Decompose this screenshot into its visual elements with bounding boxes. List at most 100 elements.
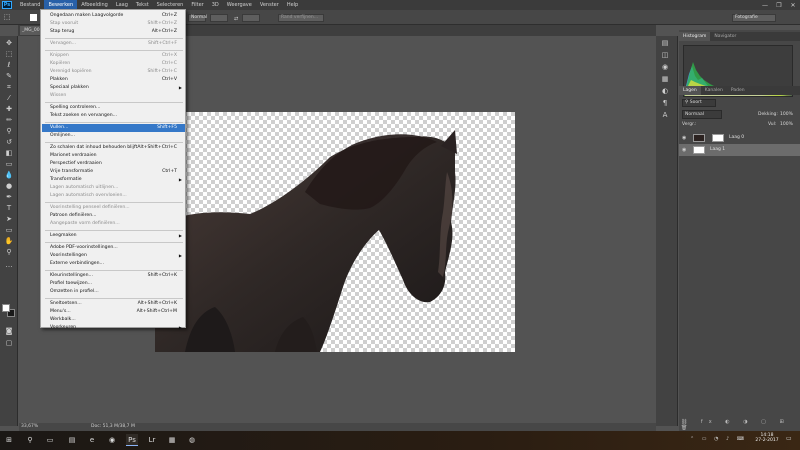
menu-item-stap-vooruit[interactable]: Stap vooruit Shift+Ctrl+Z <box>42 20 185 28</box>
menu-item-voorinstellingen[interactable]: Voorinstellingen ▶ <box>42 252 185 260</box>
notification-icon[interactable]: ▭ <box>786 435 792 442</box>
clone-stamp-icon[interactable]: ⚲ <box>4 126 14 136</box>
document-tab[interactable]: _MG_000 <box>20 26 42 35</box>
screen-mode-icon[interactable]: ▢ <box>4 338 14 348</box>
more-tools-icon[interactable]: … <box>4 260 14 270</box>
marquee-tool-icon[interactable]: ⬚ <box>4 49 14 59</box>
eye-icon[interactable]: ◉ <box>682 144 688 156</box>
brush-tool-icon[interactable]: ✏ <box>4 115 14 125</box>
document-canvas[interactable] <box>155 112 515 352</box>
zoom-tool-icon[interactable]: ⚲ <box>4 247 14 257</box>
menu-item-aangepaste-vorm-defini-ren[interactable]: Aangepaste vorm definiëren... <box>42 220 185 228</box>
blur-tool-icon[interactable]: 💧 <box>4 170 14 180</box>
crop-tool-icon[interactable]: ⌗ <box>4 82 14 92</box>
healing-brush-icon[interactable]: ✚ <box>4 104 14 114</box>
file-explorer-icon[interactable]: ▤ <box>66 434 78 446</box>
layer-filter-select[interactable]: ⚲ Soort <box>682 99 716 107</box>
menu-item-verenigd-kopi-ren[interactable]: Verenigd kopiëren Shift+Ctrl+C <box>42 68 185 76</box>
menu-item-knippen[interactable]: Knippen Ctrl+X <box>42 52 185 60</box>
lightroom-icon[interactable]: Lr <box>146 434 158 446</box>
menu-item-profiel-toewijzen[interactable]: Profiel toewijzen... <box>42 280 185 288</box>
menu-item-plakken[interactable]: Plakken Ctrl+V <box>42 76 185 84</box>
menu-item-marionet-verdraaien[interactable]: Marionet verdraaien <box>42 152 185 160</box>
menu-item-lagen-automatisch-uitlijnen[interactable]: Lagen automatisch uitlijnen... <box>42 184 185 192</box>
eraser-tool-icon[interactable]: ◧ <box>4 148 14 158</box>
quick-mask-icon[interactable]: ◙ <box>4 326 14 336</box>
eyedropper-tool-icon[interactable]: ⁄ <box>4 93 14 103</box>
quick-select-tool-icon[interactable]: ✎ <box>4 71 14 81</box>
shape-tool-icon[interactable]: ▭ <box>4 225 14 235</box>
history-brush-icon[interactable]: ↺ <box>4 137 14 147</box>
move-tool-icon[interactable]: ✥ <box>4 38 14 48</box>
properties-panel-icon[interactable]: ◫ <box>660 50 670 60</box>
photoshop-taskbar-icon[interactable]: Ps <box>126 434 138 446</box>
menu-item-lagen-automatisch-overvloeien[interactable]: Lagen automatisch overvloeien... <box>42 192 185 200</box>
menu-item-menu-s[interactable]: Menu's... Alt+Shift+Ctrl+M <box>42 308 185 316</box>
tab-navigator[interactable]: Navigator <box>710 32 740 41</box>
menu-item-stap-terug[interactable]: Stap terug Alt+Ctrl+Z <box>42 28 185 36</box>
history-panel-icon[interactable]: ▤ <box>660 38 670 48</box>
menu-item-patroon-defini-ren[interactable]: Patroon definiëren... <box>42 212 185 220</box>
swatches-panel-icon[interactable]: ▦ <box>660 74 670 84</box>
minimize-icon[interactable]: — <box>758 2 772 9</box>
menu-item-kopi-ren[interactable]: Kopiëren Ctrl+C <box>42 60 185 68</box>
menu-help[interactable]: Help <box>283 0 302 10</box>
eye-icon[interactable]: ◉ <box>682 132 688 144</box>
character-panel-icon[interactable]: A <box>660 110 670 120</box>
layer-row-laag-1[interactable]: ◉ Laag 1 <box>679 144 800 156</box>
menu-item-vervagen[interactable]: Vervagen... Shift+Ctrl+F <box>42 40 185 48</box>
menu-item-werkbalk[interactable]: Werkbalk... <box>42 316 185 324</box>
menu-item-vrije-transformatie[interactable]: Vrije transformatie Ctrl+T <box>42 168 185 176</box>
tray-icons[interactable]: ⌃ ▭ ◔ ♪ ⌨ <box>690 436 747 442</box>
new-selection-icon[interactable] <box>30 14 37 21</box>
zoom-level[interactable]: 33,67% <box>21 423 38 431</box>
type-tool-icon[interactable]: T <box>4 203 14 213</box>
menu-item-adobe-pdf-voorinstellingen[interactable]: Adobe PDF-voorinstellingen... <box>42 244 185 252</box>
start-icon[interactable]: ⊞ <box>3 434 15 446</box>
pen-tool-icon[interactable]: ✒ <box>4 192 14 202</box>
search-icon[interactable]: ⚲ <box>24 434 36 446</box>
menu-item-spelling-controleren[interactable]: Spelling controleren... <box>42 104 185 112</box>
tab-paths[interactable]: Paden <box>727 86 749 95</box>
task-view-icon[interactable]: ▭ <box>44 434 56 446</box>
clock[interactable]: 14:18 27-2-2017 <box>752 433 782 443</box>
path-select-icon[interactable]: ➤ <box>4 214 14 224</box>
tab-histogram[interactable]: Histogram <box>679 32 711 41</box>
blend-mode-select[interactable]: Normaal <box>682 110 722 119</box>
restore-icon[interactable]: ❐ <box>772 2 786 9</box>
foreground-color-swatch[interactable] <box>2 304 10 312</box>
menu-item-perspectief-verdraaien[interactable]: Perspectief verdraaien <box>42 160 185 168</box>
tab-channels[interactable]: Kanalen <box>701 86 727 95</box>
menu-item-ongedaan-maken-laagvolgorde[interactable]: Ongedaan maken Laagvolgorde Ctrl+Z <box>42 12 185 20</box>
menu-item-voorinstelling-penseel-defini-ren[interactable]: Voorinstelling penseel definiëren... <box>42 204 185 212</box>
app-icon[interactable]: ◍ <box>186 434 198 446</box>
style-select[interactable]: Normal <box>188 14 207 22</box>
menu-item-kleurinstellingen[interactable]: Kleurinstellingen... Shift+Ctrl+K <box>42 272 185 280</box>
layers-footer-icons[interactable]: ⛓ fx ◐ ◑ ▢ ⊞ 🗑 <box>681 419 798 431</box>
workspace-select[interactable]: Fotografie <box>732 14 776 22</box>
height-field[interactable] <box>242 14 260 22</box>
menu-item-speciaal-plakken[interactable]: Speciaal plakken ▶ <box>42 84 185 92</box>
edge-icon[interactable]: e <box>86 434 98 446</box>
swap-icon[interactable]: ⇄ <box>234 16 238 22</box>
menu-filter[interactable]: Filter <box>187 0 207 10</box>
lasso-tool-icon[interactable]: ℓ <box>4 60 14 70</box>
menu-item-tekst-zoeken-en-vervangen[interactable]: Tekst zoeken en vervangen... <box>42 112 185 120</box>
opacity-value[interactable]: 100% <box>780 112 793 117</box>
fill-value[interactable]: 100% <box>780 122 793 127</box>
adjustments-panel-icon[interactable]: ◐ <box>660 86 670 96</box>
menu-weergave[interactable]: Weergave <box>223 0 256 10</box>
menu-item-omlijnen[interactable]: Omlijnen... <box>42 132 185 140</box>
menu-3d[interactable]: 3D <box>208 0 223 10</box>
tab-layers[interactable]: Lagen <box>679 86 701 95</box>
menu-item-omzetten-in-profiel[interactable]: Omzetten in profiel... <box>42 288 185 296</box>
marquee-tool-preset-icon[interactable]: ⬚ <box>2 12 12 22</box>
width-field[interactable] <box>210 14 228 22</box>
styles-panel-icon[interactable]: ¶ <box>660 98 670 108</box>
chrome-icon[interactable]: ◉ <box>106 434 118 446</box>
gradient-tool-icon[interactable]: ▭ <box>4 159 14 169</box>
menu-item-vullen[interactable]: Vullen... Shift+F5 <box>42 124 185 132</box>
menu-venster[interactable]: Venster <box>256 0 283 10</box>
menu-item-wissen[interactable]: Wissen <box>42 92 185 100</box>
menu-item-sneltoetsen[interactable]: Sneltoetsen... Alt+Shift+Ctrl+K <box>42 300 185 308</box>
